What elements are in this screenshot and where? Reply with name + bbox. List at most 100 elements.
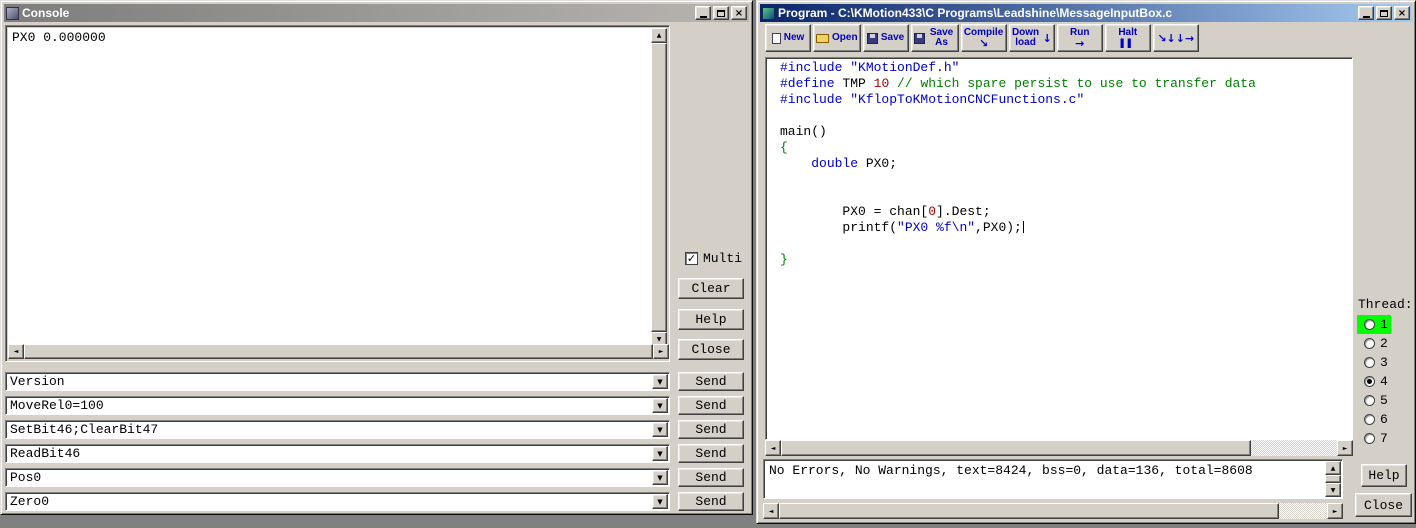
single-step-button[interactable]: ↘↓↓→: [1152, 24, 1199, 52]
code-line: {: [780, 140, 788, 155]
open-button-label: Open: [832, 32, 858, 43]
program-bottom-hscrollbar[interactable]: ◄ ►: [763, 503, 1343, 519]
open-button[interactable]: Open: [813, 24, 861, 52]
command-combo[interactable]: MoveRel0=100 ▼: [5, 396, 670, 415]
chevron-down-icon: ▼: [657, 473, 663, 482]
thread-option-row[interactable]: 4: [1357, 372, 1391, 391]
radio-icon: [1364, 357, 1375, 368]
thread-option-row[interactable]: 2: [1357, 334, 1391, 353]
console-output-area[interactable]: PX0 0.000000 ▲ ▼ ◄ ►: [5, 25, 670, 362]
radio-icon: [1364, 319, 1375, 330]
program-titlebar-close-button[interactable]: ×: [1394, 6, 1410, 20]
scrollbar-thumb[interactable]: [779, 503, 1279, 519]
halt-button[interactable]: Halt ▌▌: [1104, 24, 1151, 52]
compiler-output[interactable]: No Errors, No Warnings, text=8424, bss=0…: [763, 459, 1343, 499]
send-button[interactable]: Send: [678, 396, 744, 415]
code-line: #include "KMotionDef.h": [780, 60, 960, 75]
chevron-down-icon: ▼: [657, 425, 663, 434]
scrollbar-track[interactable]: [781, 440, 1337, 456]
console-close-button[interactable]: Close: [678, 339, 744, 360]
send-button[interactable]: Send: [678, 372, 744, 391]
scrollbar-track[interactable]: [1325, 475, 1341, 483]
thread-option-row[interactable]: 3: [1357, 353, 1391, 372]
console-titlebar-close-button[interactable]: ×: [731, 6, 747, 20]
command-combo[interactable]: Pos0 ▼: [5, 468, 670, 487]
console-app-icon: [6, 6, 19, 20]
thread-option-label: 2: [1380, 336, 1388, 351]
thread-option-row[interactable]: 7: [1357, 429, 1391, 448]
scrollbar-thumb[interactable]: [651, 43, 667, 332]
scroll-right-icon[interactable]: ►: [653, 344, 669, 359]
command-combo[interactable]: ReadBit46 ▼: [5, 444, 670, 463]
console-output-vscrollbar[interactable]: ▲ ▼: [651, 28, 667, 347]
save-as-button-label: Save As: [929, 27, 954, 48]
dropdown-button[interactable]: ▼: [652, 422, 668, 437]
send-button[interactable]: Send: [678, 492, 744, 511]
command-row: Zero0 ▼ Send: [5, 492, 750, 511]
scroll-up-icon[interactable]: ▲: [1325, 461, 1341, 475]
chevron-down-icon: ▼: [657, 497, 663, 506]
program-minimize-button[interactable]: [1358, 6, 1374, 20]
command-combo[interactable]: Version ▼: [5, 372, 670, 391]
chevron-down-icon: ▼: [657, 377, 663, 386]
thread-option-row[interactable]: 6: [1357, 410, 1391, 429]
scroll-right-icon[interactable]: ►: [1337, 440, 1353, 456]
compile-arrow-icon: ↘: [978, 36, 989, 50]
dropdown-button[interactable]: ▼: [652, 398, 668, 413]
compile-button[interactable]: Compile ↘: [960, 24, 1007, 52]
code-line: printf("PX0 %f\n",PX0);: [780, 220, 1024, 235]
scroll-left-icon[interactable]: ◄: [8, 344, 24, 359]
console-titlebar[interactable]: Console ×: [4, 4, 749, 22]
send-button[interactable]: Send: [678, 444, 744, 463]
multi-checkbox[interactable]: ✓ Multi: [685, 251, 742, 266]
scroll-down-icon[interactable]: ▼: [1325, 483, 1341, 497]
program-titlebar[interactable]: Program - C:\KMotion433\C Programs\Leads…: [760, 4, 1412, 22]
dropdown-button[interactable]: ▼: [652, 446, 668, 461]
scroll-left-icon[interactable]: ◄: [763, 503, 779, 519]
scroll-right-icon[interactable]: ►: [1327, 503, 1343, 519]
code-editor-hscrollbar[interactable]: ◄ ►: [765, 440, 1353, 456]
program-maximize-button[interactable]: [1376, 6, 1392, 20]
scrollbar-thumb[interactable]: [781, 440, 1251, 456]
command-combo-value: Version: [10, 374, 65, 389]
dropdown-button[interactable]: ▼: [652, 494, 668, 509]
thread-option-row[interactable]: 5: [1357, 391, 1391, 410]
command-combo[interactable]: SetBit46;ClearBit47 ▼: [5, 420, 670, 439]
console-minimize-button[interactable]: [695, 6, 711, 20]
scroll-left-icon[interactable]: ◄: [765, 440, 781, 456]
dropdown-button[interactable]: ▼: [652, 374, 668, 389]
command-combo[interactable]: Zero0 ▼: [5, 492, 670, 511]
thread-option-row[interactable]: 1: [1357, 315, 1391, 334]
console-maximize-button[interactable]: [713, 6, 729, 20]
run-button[interactable]: Run →: [1056, 24, 1103, 52]
scrollbar-track[interactable]: [779, 503, 1327, 519]
scrollbar-thumb[interactable]: [24, 344, 653, 359]
code-editor[interactable]: #include "KMotionDef.h" #define TMP 10 //…: [765, 57, 1353, 440]
save-as-button[interactable]: Save As: [910, 24, 959, 52]
clear-button[interactable]: Clear: [678, 278, 744, 299]
program-close-button[interactable]: Close: [1355, 493, 1412, 517]
scroll-up-icon[interactable]: ▲: [651, 28, 667, 43]
compiler-output-vscrollbar[interactable]: ▲ ▼: [1325, 461, 1341, 497]
command-row: Version ▼ Send: [5, 372, 750, 391]
scrollbar-track[interactable]: [24, 344, 653, 359]
download-button[interactable]: Down load ↓: [1008, 24, 1055, 52]
console-help-button[interactable]: Help: [678, 309, 744, 330]
text-caret: [1022, 221, 1024, 233]
scrollbar-thumb[interactable]: [1325, 475, 1341, 483]
console-window: Console × PX0 0.000000 ▲ ▼ ◄ ► ✓ Multi C…: [0, 0, 753, 515]
new-button[interactable]: New: [765, 24, 811, 52]
send-button[interactable]: Send: [678, 468, 744, 487]
thread-option-label: 1: [1380, 317, 1388, 332]
dropdown-button[interactable]: ▼: [652, 470, 668, 485]
save-button[interactable]: Save: [862, 24, 909, 52]
program-help-button[interactable]: Help: [1361, 464, 1407, 487]
checkbox-checked-icon: ✓: [685, 252, 698, 265]
console-output-hscrollbar[interactable]: ◄ ►: [8, 344, 669, 359]
minimize-icon: [1362, 15, 1370, 18]
scrollbar-track[interactable]: [651, 43, 667, 332]
compiler-status-text: No Errors, No Warnings, text=8424, bss=0…: [769, 463, 1253, 478]
send-button[interactable]: Send: [678, 420, 744, 439]
